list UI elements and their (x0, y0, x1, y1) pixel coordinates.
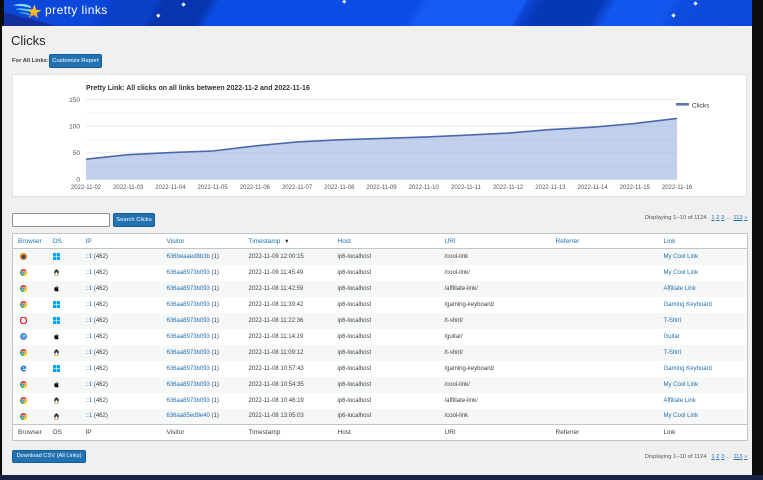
svg-text:2022-11-06: 2022-11-06 (240, 185, 271, 191)
svg-text:150: 150 (69, 97, 80, 104)
svg-text:2022-11-14: 2022-11-14 (577, 185, 608, 191)
svg-text:2022-11-07: 2022-11-07 (282, 185, 313, 191)
svg-text:0: 0 (76, 177, 80, 184)
svg-text:100: 100 (69, 124, 80, 131)
svg-text:2022-11-05: 2022-11-05 (197, 185, 228, 191)
svg-text:2022-11-08: 2022-11-08 (324, 185, 355, 191)
svg-text:2022-11-10: 2022-11-10 (409, 185, 440, 191)
svg-text:2022-11-12: 2022-11-12 (493, 185, 524, 191)
svg-text:50: 50 (73, 150, 81, 157)
svg-text:2022-11-04: 2022-11-04 (155, 185, 186, 191)
svg-text:2022-11-16: 2022-11-16 (662, 185, 693, 191)
svg-text:2022-11-15: 2022-11-15 (620, 185, 651, 191)
svg-text:Pretty Link: All clicks on all: Pretty Link: All clicks on all links bet… (86, 85, 310, 92)
svg-text:2022-11-11: 2022-11-11 (451, 185, 481, 191)
svg-text:2022-11-02: 2022-11-02 (71, 185, 102, 191)
svg-text:2022-11-03: 2022-11-03 (113, 185, 144, 191)
svg-text:2022-11-09: 2022-11-09 (366, 185, 397, 191)
svg-text:2022-11-13: 2022-11-13 (535, 185, 566, 191)
svg-text:Clicks: Clicks (692, 103, 710, 110)
